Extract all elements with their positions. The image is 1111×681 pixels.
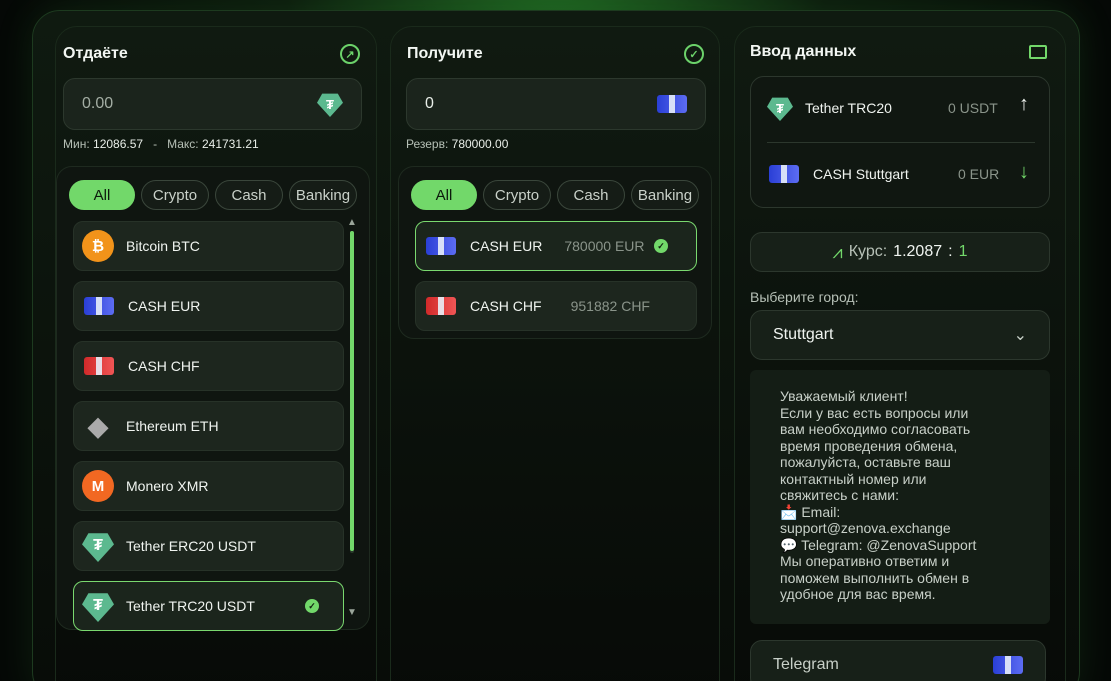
summary-to: CASH Stuttgart — [767, 165, 909, 183]
list-item-label: Monero XMR — [126, 478, 209, 494]
give-item-cash-eur[interactable]: CASH EUR — [73, 281, 344, 331]
summary-to-label: CASH Stuttgart — [813, 166, 909, 182]
item-amount: 780000 EUR — [564, 238, 645, 254]
cash-eur-icon — [993, 656, 1023, 674]
support-notice: Уважаемый клиент! Если у вас есть вопрос… — [750, 370, 1050, 624]
cash-chf-icon — [84, 357, 114, 375]
give-title: Отдаёте — [63, 45, 128, 62]
city-value: Stuttgart — [773, 326, 834, 343]
cash-chf-icon — [426, 297, 456, 315]
data-title: Ввод данных — [750, 43, 857, 60]
give-amount-value: 0.00 — [82, 95, 114, 112]
scroll-up-icon[interactable]: ▲ — [347, 217, 357, 228]
list-item-label: CASH EUR — [128, 298, 201, 314]
summary-from-label: Tether TRC20 — [805, 100, 892, 116]
swap-icon[interactable]: ↗ — [340, 44, 360, 64]
calculator-icon[interactable] — [1029, 45, 1047, 59]
give-currency-list: All Crypto Cash Banking ₿ Bitcoin BTC CA… — [56, 166, 370, 631]
get-filter-banking[interactable]: Banking — [631, 180, 699, 210]
cash-eur-icon — [426, 237, 456, 255]
cash-eur-icon — [657, 95, 687, 113]
confirm-icon[interactable]: ✓ — [684, 44, 704, 64]
rate-value: 1.2087 — [893, 243, 943, 260]
get-filter-all[interactable]: All — [411, 180, 477, 210]
scrollbar-thumb[interactable] — [350, 231, 354, 551]
give-filter-cash[interactable]: Cash — [215, 180, 283, 210]
give-limits: Мин: 12086.57 - Макс: 241731.21 — [63, 137, 259, 151]
exchange-rate: ⩘ Курс: 1.2087:1 — [750, 232, 1050, 272]
exchange-summary: ₮ Tether TRC20 0 USDT ↑ CASH Stuttgart 0… — [750, 76, 1050, 208]
summary-to-amount: 0 EUR — [958, 166, 1000, 182]
give-filter-all[interactable]: All — [69, 180, 135, 210]
get-item-cash-eur[interactable]: CASH EUR 780000 EUR ✓ — [415, 221, 697, 271]
scroll-down-icon[interactable]: ▼ — [347, 607, 357, 618]
get-amount-input[interactable]: 0 — [406, 78, 706, 130]
chevron-down-icon: ⌄ — [1013, 327, 1027, 344]
get-filter-cash[interactable]: Cash — [557, 180, 625, 210]
get-title: Получите — [407, 45, 483, 62]
tether-trc20-icon: ₮ — [767, 97, 793, 121]
get-reserve: Резерв: 780000.00 — [406, 137, 509, 151]
list-item-label: Tether TRC20 USDT — [126, 598, 255, 614]
list-item-label: CASH CHF — [128, 358, 200, 374]
cash-eur-icon — [84, 297, 114, 315]
cash-eur-icon — [769, 165, 799, 183]
list-item-label: CASH EUR — [470, 238, 543, 254]
give-item-tether-trc20[interactable]: ₮ Tether TRC20 USDT ✓ — [73, 581, 344, 631]
tether-trc20-icon: ₮ — [317, 93, 343, 117]
list-item-label: CASH CHF — [470, 298, 542, 314]
tether-icon: ₮ — [82, 533, 114, 562]
give-filter-crypto[interactable]: Crypto — [141, 180, 209, 210]
ethereum-icon: ◆ — [88, 410, 108, 441]
monero-icon: M — [82, 470, 114, 502]
get-filters: All Crypto Cash Banking — [411, 180, 699, 210]
divider — [767, 142, 1035, 143]
give-item-tether-erc20[interactable]: ₮ Tether ERC20 USDT — [73, 521, 344, 571]
bitcoin-icon: ₿ — [82, 230, 114, 262]
list-item-label: Bitcoin BTC — [126, 238, 200, 254]
give-amount-input[interactable]: 0.00 ₮ — [63, 78, 362, 130]
give-item-ethereum[interactable]: ◆ Ethereum ETH — [73, 401, 344, 451]
tether-trc20-icon: ₮ — [82, 593, 114, 622]
list-item-label: Ethereum ETH — [126, 418, 219, 434]
get-panel: Получите ✓ 0 Резерв: 780000.00 All Crypt… — [390, 26, 720, 681]
chart-trend-icon: ⩘ — [832, 241, 843, 262]
item-amount: 951882 CHF — [570, 298, 650, 314]
give-panel: Отдаёте ↗ 0.00 ₮ Мин: 12086.57 - Макс: 2… — [55, 26, 377, 681]
check-icon: ✓ — [305, 599, 319, 613]
give-filters: All Crypto Cash Banking — [69, 180, 357, 210]
give-filter-banking[interactable]: Banking — [289, 180, 357, 210]
telegram-input[interactable]: Telegram — [750, 640, 1046, 681]
get-currency-list: All Crypto Cash Banking CASH EUR 780000 … — [398, 166, 712, 339]
give-item-cash-chf[interactable]: CASH CHF — [73, 341, 344, 391]
arrow-down-icon: ↓ — [1019, 161, 1029, 183]
get-amount-value: 0 — [425, 95, 434, 112]
city-select[interactable]: Stuttgart ⌄ — [750, 310, 1050, 360]
get-item-cash-chf[interactable]: CASH CHF 951882 CHF — [415, 281, 697, 331]
rate-label: Курс: — [848, 243, 888, 260]
check-icon: ✓ — [654, 239, 668, 253]
arrow-up-icon: ↑ — [1019, 93, 1029, 115]
data-panel: Ввод данных ₮ Tether TRC20 0 USDT ↑ CASH… — [734, 26, 1066, 681]
list-item-label: Tether ERC20 USDT — [126, 538, 256, 554]
rate-target: 1 — [958, 243, 968, 260]
give-item-monero[interactable]: M Monero XMR — [73, 461, 344, 511]
rate-separator: : — [948, 243, 953, 260]
telegram-label: Telegram — [773, 656, 839, 673]
get-filter-crypto[interactable]: Crypto — [483, 180, 551, 210]
summary-from: ₮ Tether TRC20 — [767, 95, 892, 121]
give-item-bitcoin[interactable]: ₿ Bitcoin BTC — [73, 221, 344, 271]
summary-from-amount: 0 USDT — [948, 100, 998, 116]
city-label: Выберите город: — [750, 289, 859, 305]
